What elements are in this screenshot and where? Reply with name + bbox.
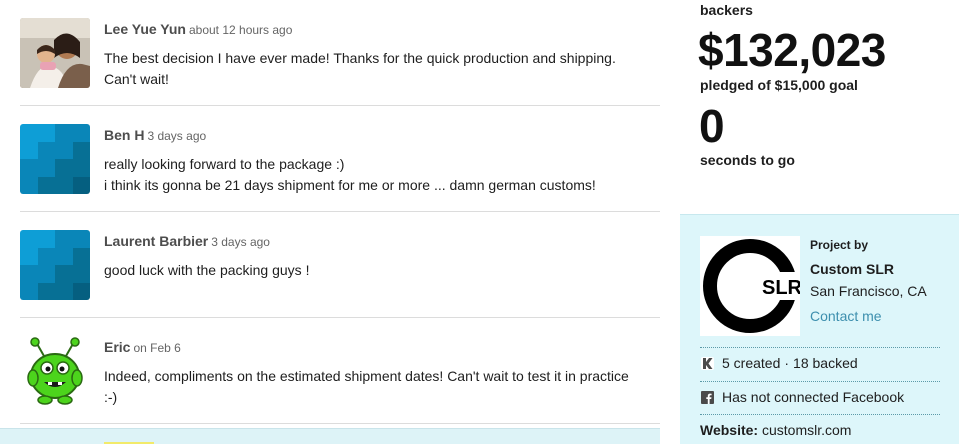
avatar-tile [72, 265, 90, 283]
avatar-tile [72, 141, 90, 159]
comment-author[interactable]: Laurent Barbier [104, 233, 208, 249]
created-count: 5 created [722, 355, 781, 371]
avatar-tile [72, 159, 90, 177]
contact-me-link[interactable]: Contact me [810, 308, 882, 324]
backers-label: backers [700, 2, 753, 18]
avatar-tile [55, 124, 73, 142]
pledged-goal-label: pledged of $15,000 goal [700, 77, 858, 93]
comment-item: Laurent Barbier 3 days ago good luck with… [20, 212, 660, 318]
time-remaining-value: 0 [699, 100, 725, 152]
project-by-label: Project by [810, 238, 869, 252]
avatar-tile [72, 282, 90, 300]
alien-avatar-icon [20, 336, 90, 406]
website-label: Website: [700, 422, 759, 438]
avatar-tile [37, 176, 55, 194]
avatar-tile [20, 124, 38, 142]
creator-panel: SLR Project by Custom SLR San Francisco,… [680, 214, 959, 444]
avatar-tile [37, 265, 55, 283]
facebook-row: Has not connected Facebook [700, 381, 940, 414]
avatar-tile [55, 247, 73, 265]
logo-text: SLR [762, 277, 800, 299]
avatar-tile [55, 282, 73, 300]
avatar-tile [37, 282, 55, 300]
avatar-tile [20, 176, 38, 194]
creator-name[interactable]: Custom SLR [810, 261, 894, 277]
avatar-tile [55, 176, 73, 194]
comments-list: Lee Yue Yun about 12 hours ago The best d… [20, 0, 660, 424]
comment-time: 3 days ago [147, 129, 207, 143]
kickstarter-icon [701, 357, 714, 370]
comment-time: about 12 hours ago [188, 23, 293, 37]
avatar-tile [20, 141, 38, 159]
avatar-tile [20, 282, 38, 300]
avatar-tile [72, 230, 90, 248]
backed-count: 18 backed [793, 355, 858, 371]
creator-logo[interactable]: SLR [700, 236, 803, 336]
comment-item: Lee Yue Yun about 12 hours ago The best d… [20, 0, 660, 106]
comment-author[interactable]: Ben H [104, 127, 144, 143]
avatar-tile [55, 159, 73, 177]
website-row: Website: customslr.com [700, 414, 940, 444]
avatar-tile [20, 159, 38, 177]
creator-location: San Francisco, CA [810, 283, 927, 299]
avatar-tile [37, 247, 55, 265]
avatar[interactable] [20, 336, 90, 406]
avatar[interactable] [20, 230, 90, 300]
website-link[interactable]: customslr.com [762, 422, 851, 438]
comment-text: The best decision I have ever made! Than… [104, 50, 616, 87]
facebook-status: Has not connected Facebook [722, 389, 905, 405]
avatar-tile [72, 247, 90, 265]
avatar-tile [37, 159, 55, 177]
avatar-tile [20, 265, 38, 283]
comment-item: Eric on Feb 6 Indeed, compliments on the … [20, 318, 660, 424]
avatar-tile [55, 230, 73, 248]
comment-item: Ben H3 days ago really looking forward t… [20, 106, 660, 212]
comment-time: on Feb 6 [133, 341, 181, 355]
avatar-tile [37, 141, 55, 159]
avatar-tile [20, 247, 38, 265]
avatar-tile [20, 230, 38, 248]
facebook-icon [701, 391, 714, 404]
pledged-amount: $132,023 [698, 24, 886, 76]
avatar-tile [55, 265, 73, 283]
avatar-tile [72, 124, 90, 142]
comment-time: 3 days ago [211, 235, 270, 249]
avatar-tile [37, 230, 55, 248]
comment-author[interactable]: Lee Yue Yun [104, 21, 186, 37]
avatar-tile [72, 176, 90, 194]
time-remaining-label: seconds to go [700, 152, 795, 168]
avatar[interactable] [20, 18, 90, 88]
avatar-tile [37, 124, 55, 142]
creator-history-row[interactable]: 5 created · 18 backed [700, 347, 940, 380]
avatar[interactable] [20, 124, 90, 194]
next-comment-strip [0, 428, 660, 444]
comment-text: really looking forward to the package :)… [104, 156, 596, 193]
avatar-tile [55, 141, 73, 159]
comment-text: Indeed, compliments on the estimated shi… [104, 368, 629, 405]
comment-text: good luck with the packing guys ! [104, 262, 310, 278]
comment-author[interactable]: Eric [104, 339, 130, 355]
